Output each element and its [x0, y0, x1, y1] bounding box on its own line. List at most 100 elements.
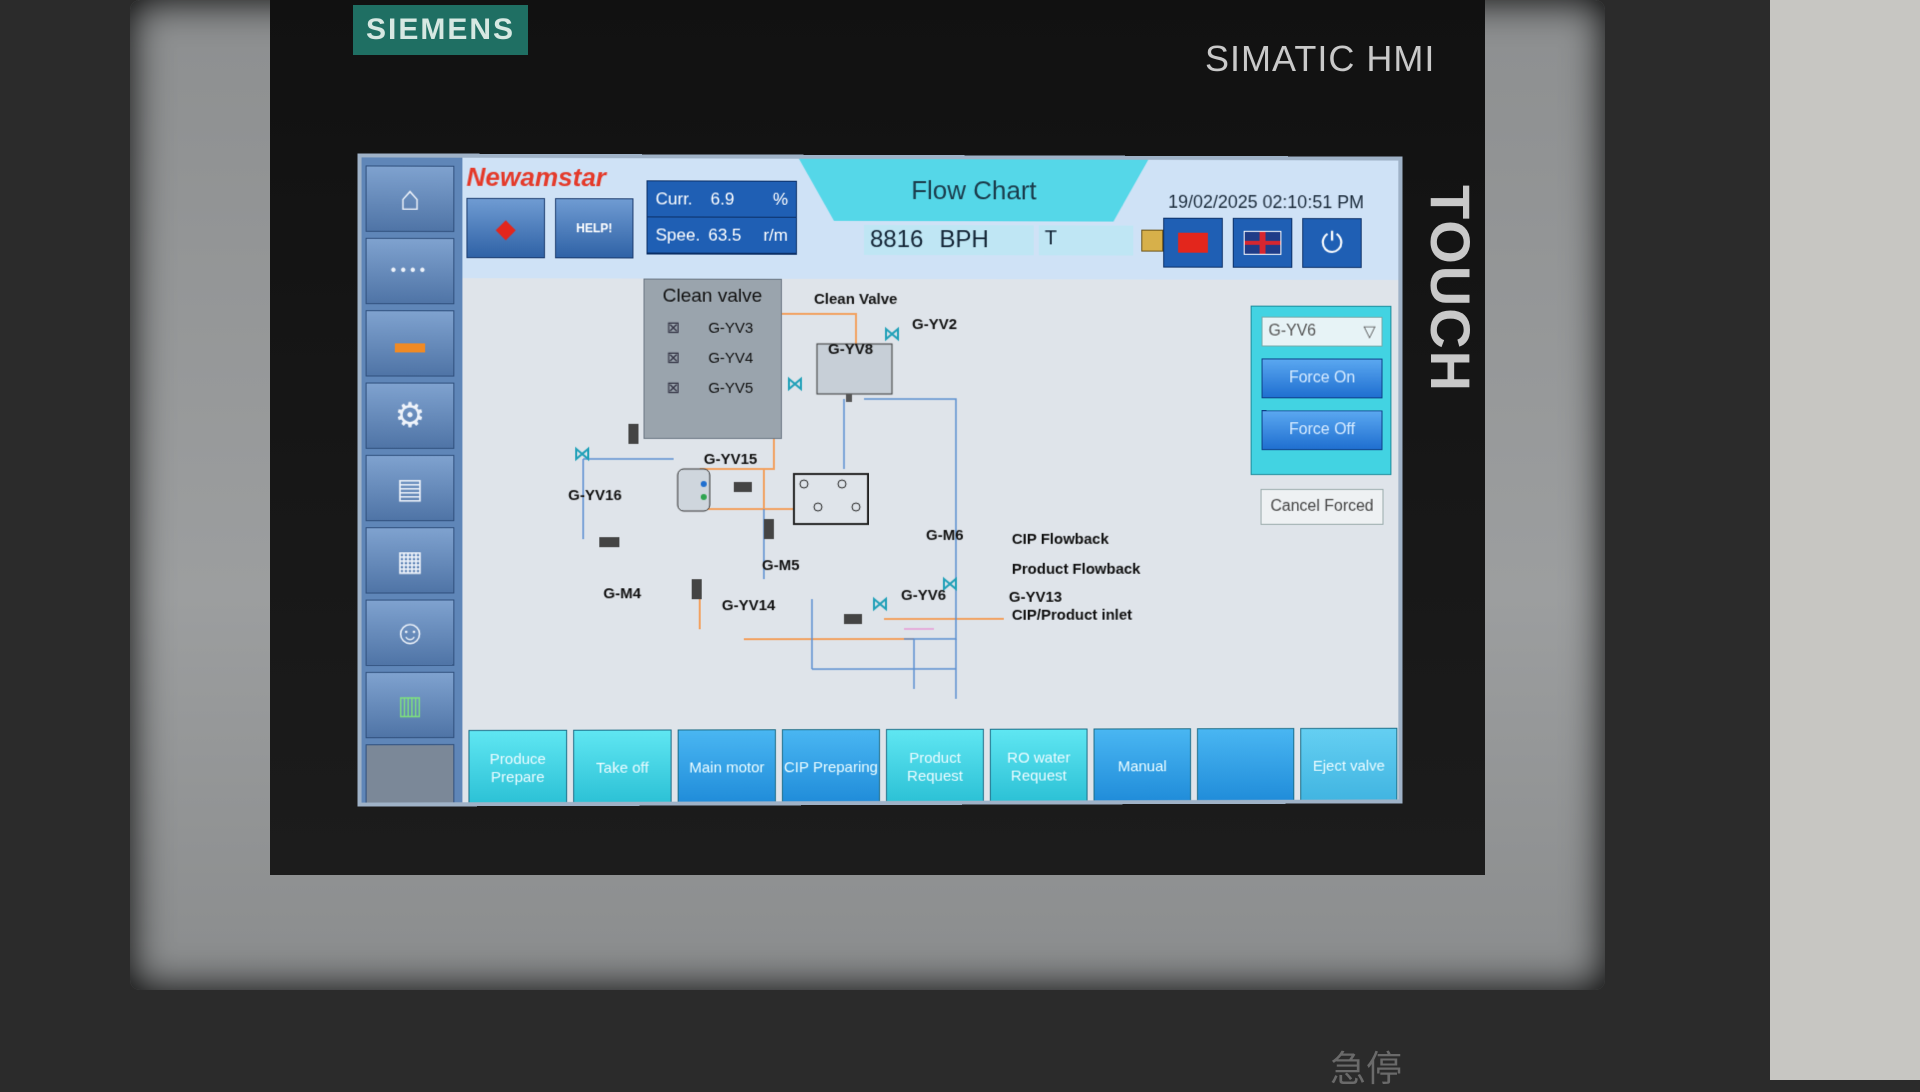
bph-unit: BPH: [939, 226, 988, 254]
pump-icon: [599, 537, 619, 547]
help-icon: HELP!: [576, 221, 612, 235]
english-language-button[interactable]: [1233, 218, 1293, 268]
emergency-stop-label: 急停: [1330, 1040, 1402, 1092]
valve-icon: [886, 329, 898, 339]
manual-button[interactable]: Manual: [1094, 728, 1191, 806]
speed-label: Spee.: [656, 225, 701, 245]
blank-button[interactable]: [1197, 728, 1294, 806]
valve-label-yv16: G-YV16: [568, 487, 622, 504]
clean-valve-label: Clean Valve: [814, 291, 897, 308]
manual-book-button[interactable]: ▤: [366, 455, 455, 521]
actuator-icon: [764, 519, 774, 539]
settings-button[interactable]: ⚙: [366, 383, 455, 449]
machine-icon: ▦: [397, 544, 424, 577]
clean-valve-label: G-YV3: [708, 319, 753, 336]
clean-valve-title: Clean valve: [645, 280, 781, 308]
sidebar: ⌂ •••• ▬ ⚙ ▤ ▦ ☺ ▥: [362, 157, 463, 802]
valve-select-value: G-YV6: [1268, 323, 1316, 341]
power-icon: ⏻: [1321, 227, 1343, 260]
page-title: Flow Chart: [799, 159, 1148, 222]
tank-indicator: [701, 481, 707, 487]
clean-valve-row[interactable]: ⊠ G-YV5: [645, 368, 781, 398]
valve-icon: ⊠: [667, 348, 680, 368]
blank-sidebar-button[interactable]: [366, 744, 455, 807]
servo-icon: ▬: [395, 326, 425, 360]
valve-label-yv6: G-YV6: [901, 587, 946, 604]
gear-icon: ⚙: [395, 396, 426, 436]
eject-valve-button[interactable]: Eject valve: [1300, 728, 1397, 806]
main-motor-button[interactable]: Main motor: [678, 729, 776, 806]
io-icon: ▥: [398, 689, 423, 720]
book-icon: ▤: [397, 471, 424, 504]
current-label: Curr.: [656, 189, 693, 209]
t-field[interactable]: T: [1039, 225, 1134, 255]
io-button[interactable]: ▥: [366, 672, 455, 738]
current-value: 6.9: [711, 189, 735, 209]
bph-display: 8816 BPH: [864, 225, 1034, 255]
pump-icon: [844, 614, 862, 624]
cip-product-inlet-label: CIP/Product inlet: [1012, 607, 1132, 624]
clean-valve-row[interactable]: ⊠ G-YV3: [645, 308, 781, 338]
cip-flowback-label: CIP Flowback: [1012, 531, 1109, 548]
help-button[interactable]: HELP!: [555, 198, 633, 258]
home-icon: ⌂: [400, 179, 421, 218]
cip-preparing-button[interactable]: CIP Preparing: [782, 729, 880, 807]
valve-icon: ⊠: [667, 318, 680, 338]
ro-water-request-button[interactable]: RO water Request: [990, 729, 1088, 807]
bottom-bar: Produce Prepare Take off Main motor CIP …: [462, 718, 1402, 807]
power-button[interactable]: ⏻: [1302, 218, 1361, 268]
speed-value: 63.5: [708, 225, 741, 245]
alarm-button[interactable]: ◆: [466, 198, 545, 258]
valve-icon: [789, 379, 801, 389]
filler-unit: [794, 474, 868, 524]
take-off-button[interactable]: Take off: [573, 729, 671, 806]
operator-button[interactable]: ☺: [366, 599, 455, 665]
cip-icon: ••••: [391, 262, 430, 280]
product-request-button[interactable]: Product Request: [886, 729, 984, 807]
motor-label-m4: G-M4: [603, 585, 641, 602]
valve-icon: [874, 599, 886, 609]
bph-value: 8816: [870, 226, 923, 254]
drive-readout: Curr. 6.9 % Spee. 63.5 r/m: [647, 180, 797, 254]
product-flowback-label: Product Flowback: [1012, 561, 1141, 578]
clean-valve-label: G-YV5: [708, 379, 753, 396]
cancel-forced-button[interactable]: Cancel Forced: [1261, 489, 1384, 525]
china-flag-icon: [1178, 233, 1208, 253]
background-wall: [1770, 0, 1920, 1080]
valve-icon: [576, 449, 588, 459]
operator-icon: ☺: [392, 613, 427, 652]
tank-indicator: [701, 494, 707, 500]
flow-diagram: Clean valve ⊠ G-YV3 ⊠ G-YV4 ⊠ G-YV5 Clean V…: [462, 278, 1402, 720]
valve-icon: ⊠: [667, 378, 680, 398]
valve-label-yv8: G-YV8: [828, 341, 873, 358]
machine-button[interactable]: ▦: [366, 527, 455, 593]
chevron-down-icon: ▽: [1363, 322, 1375, 342]
chinese-language-button[interactable]: [1163, 218, 1223, 268]
tank-outlet: [846, 394, 852, 402]
clean-valve-row[interactable]: ⊠ G-YV4: [645, 338, 781, 368]
cip-button[interactable]: ••••: [366, 238, 455, 304]
current-unit: %: [773, 189, 788, 209]
buffer-tank: [678, 469, 710, 511]
servo-button[interactable]: ▬: [366, 310, 455, 376]
motor-label-m5: G-M5: [762, 557, 800, 574]
clean-valve-label: G-YV4: [708, 349, 753, 366]
home-button[interactable]: ⌂: [366, 165, 455, 232]
model-label: SIMATIC HMI: [1205, 38, 1435, 80]
company-logo: Newamstar: [466, 162, 606, 194]
produce-prepare-button[interactable]: Produce Prepare: [468, 730, 567, 807]
valve-select[interactable]: G-YV6 ▽: [1262, 317, 1383, 347]
datetime: 19/02/2025 02:10:51 PM: [1168, 192, 1364, 213]
brand-logo: SIEMENS: [353, 5, 528, 55]
force-on-button[interactable]: Force On: [1262, 358, 1383, 398]
top-bar: Newamstar ◆ HELP! Curr. 6.9 % Spee. 63.5…: [462, 158, 1402, 280]
valve-label-yv2: G-YV2: [912, 316, 957, 333]
actuator-icon: [692, 579, 702, 599]
force-panel: G-YV6 ▽ Force On Force Off: [1251, 306, 1392, 475]
actuator-icon: [628, 424, 638, 444]
touch-label: TOUCH: [1418, 185, 1483, 393]
hmi-screen: ⌂ •••• ▬ ⚙ ▤ ▦ ☺ ▥ Newamstar ◆ HELP! Cur…: [358, 153, 1403, 806]
uk-flag-icon: [1244, 231, 1282, 255]
force-off-button[interactable]: Force Off: [1262, 410, 1383, 450]
calendar-icon[interactable]: [1141, 230, 1163, 252]
